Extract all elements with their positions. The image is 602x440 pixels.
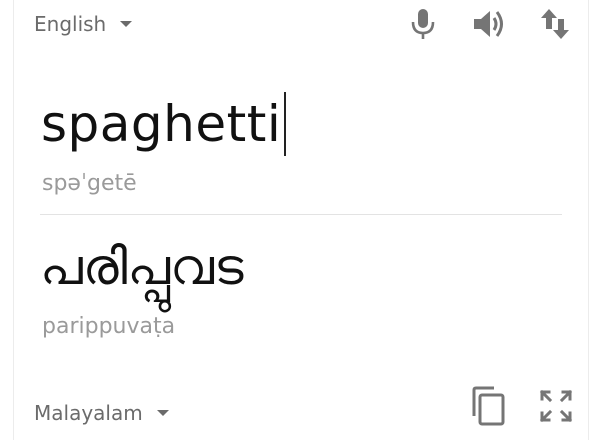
source-language-label: English [34, 12, 107, 36]
speaker-icon [474, 11, 503, 37]
fullscreen-button[interactable] [536, 386, 576, 426]
caret-down-icon [120, 21, 133, 27]
divider [40, 214, 562, 215]
text-cursor [284, 92, 287, 156]
source-language-selector[interactable]: English [34, 12, 133, 36]
target-language-label: Malayalam [34, 401, 143, 425]
copy-icon [472, 386, 505, 426]
swap-languages-button[interactable] [535, 4, 575, 44]
source-text-input[interactable]: spaghetti [41, 92, 287, 156]
copy-button[interactable] [468, 386, 508, 426]
target-transliteration: parippuvaṭa [42, 314, 176, 339]
caret-down-icon [156, 410, 169, 416]
target-language-selector[interactable]: Malayalam [34, 401, 169, 425]
speaker-button[interactable] [469, 4, 509, 44]
mic-icon [411, 9, 435, 39]
mic-button[interactable] [403, 4, 443, 44]
source-transliteration: spəˈgetē [42, 171, 137, 196]
source-text: spaghetti [41, 95, 282, 153]
translated-text: പരിപ്പുവട [40, 238, 244, 296]
swap-languages-icon [541, 9, 569, 39]
fullscreen-icon [539, 389, 573, 423]
translation-card: English spaghetti spəˈgetē പരിപ്പുവട par… [13, 0, 589, 440]
